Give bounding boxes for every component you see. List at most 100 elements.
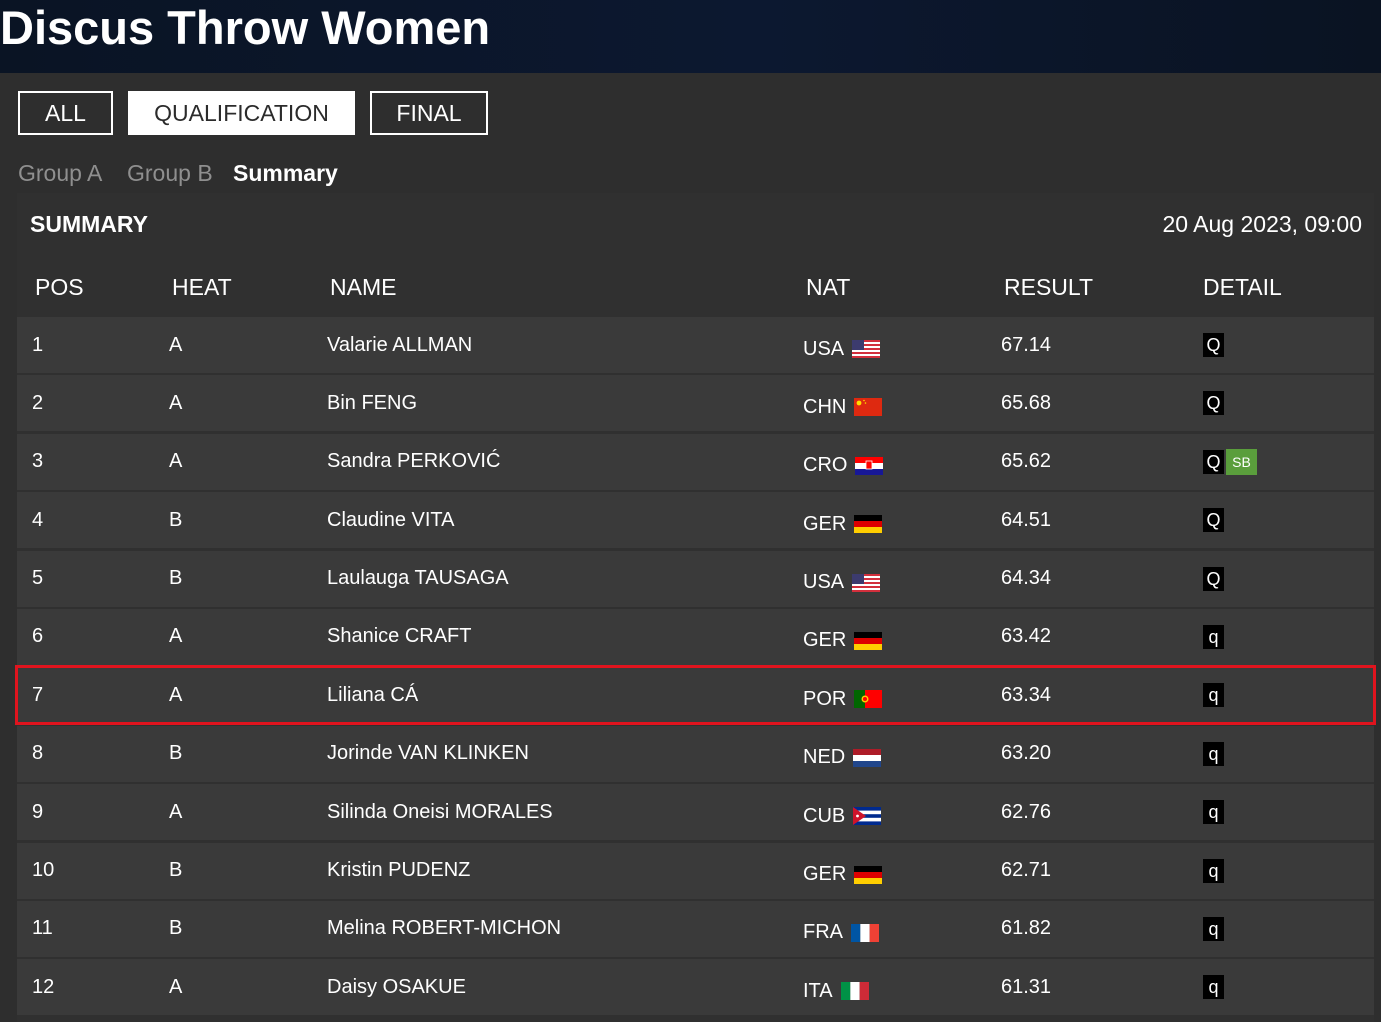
column-header-nat: NAT bbox=[806, 274, 851, 300]
ger-flag-icon bbox=[854, 515, 883, 534]
results-page: Discus Throw Women ALL QUALIFICATION FIN… bbox=[0, 0, 1381, 1022]
title-bar: Discus Throw Women bbox=[0, 0, 1381, 73]
heat-cell: A bbox=[169, 391, 183, 414]
result-cell: 63.42 bbox=[1001, 625, 1052, 648]
nat-code: GER bbox=[803, 629, 847, 652]
usa-flag-icon bbox=[852, 340, 881, 358]
tab-qualification[interactable]: QUALIFICATION bbox=[128, 91, 355, 135]
athlete-name[interactable]: Claudine VITA bbox=[327, 492, 454, 548]
heat-cell: A bbox=[169, 975, 183, 998]
detail-cell: Q bbox=[1203, 551, 1224, 607]
column-header-pos: POS bbox=[35, 274, 84, 300]
nat-code: CUB bbox=[803, 804, 846, 827]
ned-flag-icon bbox=[853, 748, 882, 767]
por-flag-icon bbox=[854, 690, 883, 709]
heat-cell: A bbox=[169, 800, 183, 823]
qualification-badge: Q bbox=[1203, 566, 1224, 591]
qualification-badge: Q bbox=[1203, 391, 1224, 416]
pos-cell: 7 bbox=[32, 683, 44, 706]
summary-date: 20 Aug 2023, 09:00 bbox=[1162, 211, 1362, 237]
sub-tab-group-a[interactable]: Group A bbox=[18, 158, 102, 188]
athlete-name[interactable]: Liliana CÁ bbox=[327, 667, 418, 723]
table-row[interactable]: 5 B Laulauga TAUSAGA USA 64.34 Q bbox=[17, 550, 1374, 607]
qualification-badge: q bbox=[1203, 916, 1224, 941]
nat-cell: USA bbox=[803, 321, 881, 377]
column-header-name: NAME bbox=[330, 274, 397, 300]
column-header-result: RESULT bbox=[1004, 274, 1094, 300]
chn-flag-icon bbox=[854, 398, 883, 417]
sub-tab-summary[interactable]: Summary bbox=[233, 158, 338, 188]
pos-cell: 5 bbox=[32, 567, 44, 590]
pos-cell: 10 bbox=[32, 859, 55, 882]
athlete-name[interactable]: Kristin PUDENZ bbox=[327, 843, 470, 899]
column-header-heat: HEAT bbox=[172, 274, 232, 300]
nat-code: CRO bbox=[803, 454, 848, 477]
result-cell: 64.34 bbox=[1001, 567, 1052, 590]
ger-flag-icon bbox=[854, 865, 883, 884]
detail-cell: q bbox=[1203, 784, 1224, 840]
result-cell: 62.71 bbox=[1001, 859, 1052, 882]
qualification-badge: Q bbox=[1203, 508, 1224, 533]
heat-cell: A bbox=[169, 333, 183, 356]
pos-cell: 2 bbox=[32, 391, 44, 414]
table-row[interactable]: 12 A Daisy OSAKUE ITA 61.31 q bbox=[17, 959, 1374, 1016]
table-row[interactable]: 7 A Liliana CÁ POR 63.34 q bbox=[15, 665, 1376, 726]
nat-cell: CUB bbox=[803, 788, 882, 844]
detail-cell: q bbox=[1203, 667, 1224, 723]
nat-cell: GER bbox=[803, 847, 883, 903]
result-cell: 64.51 bbox=[1001, 508, 1052, 531]
nat-code: NED bbox=[803, 746, 846, 769]
athlete-name[interactable]: Silinda Oneisi MORALES bbox=[327, 784, 553, 840]
qualification-badge: Q bbox=[1203, 449, 1224, 474]
table-row[interactable]: 11 B Melina ROBERT-MICHON FRA 61.82 q bbox=[17, 900, 1374, 957]
result-cell: 67.14 bbox=[1001, 333, 1052, 356]
summary-heading: SUMMARY bbox=[30, 211, 148, 237]
table-row[interactable]: 8 B Jorinde VAN KLINKEN NED 63.20 q bbox=[17, 725, 1374, 782]
result-cell: 62.76 bbox=[1001, 800, 1052, 823]
athlete-name[interactable]: Shanice CRAFT bbox=[327, 609, 472, 665]
tab-all[interactable]: ALL bbox=[18, 91, 113, 135]
pos-cell: 8 bbox=[32, 742, 44, 765]
ita-flag-icon bbox=[840, 982, 869, 1001]
pos-cell: 1 bbox=[32, 333, 44, 356]
pos-cell: 9 bbox=[32, 800, 44, 823]
nat-cell: CRO bbox=[803, 438, 884, 494]
detail-cell: Q bbox=[1203, 375, 1224, 431]
athlete-name[interactable]: Bin FENG bbox=[327, 375, 417, 431]
athlete-name[interactable]: Melina ROBERT-MICHON bbox=[327, 901, 561, 957]
heat-cell: B bbox=[169, 742, 183, 765]
table-row[interactable]: 3 A Sandra PERKOVIĆ CRO 65.62 Q SB bbox=[17, 433, 1374, 490]
nat-code: POR bbox=[803, 687, 847, 710]
result-cell: 61.31 bbox=[1001, 975, 1052, 998]
cub-flag-icon bbox=[853, 807, 882, 826]
detail-cell: q bbox=[1203, 609, 1224, 665]
nat-code: ITA bbox=[803, 979, 833, 1002]
result-cell: 65.62 bbox=[1001, 450, 1052, 473]
table-row[interactable]: 2 A Bin FENG CHN 65.68 Q bbox=[17, 375, 1374, 432]
nat-code: FRA bbox=[803, 921, 843, 944]
season-best-badge: SB bbox=[1226, 448, 1257, 475]
heat-cell: A bbox=[169, 450, 183, 473]
athlete-name[interactable]: Valarie ALLMAN bbox=[327, 317, 472, 373]
table-row[interactable]: 9 A Silinda Oneisi MORALES CUB 62.76 q bbox=[17, 784, 1374, 841]
nat-code: CHN bbox=[803, 395, 847, 418]
athlete-name[interactable]: Jorinde VAN KLINKEN bbox=[327, 726, 529, 782]
qualification-badge: q bbox=[1203, 800, 1224, 825]
detail-cell: q bbox=[1203, 726, 1224, 782]
sub-tab-group-b[interactable]: Group B bbox=[127, 158, 213, 188]
athlete-name[interactable]: Sandra PERKOVIĆ bbox=[327, 434, 500, 490]
table-row[interactable]: 6 A Shanice CRAFT GER 63.42 q bbox=[17, 608, 1374, 665]
nat-code: GER bbox=[803, 512, 847, 535]
nat-cell: GER bbox=[803, 613, 883, 669]
tab-final[interactable]: FINAL bbox=[370, 91, 488, 135]
qualification-badge: q bbox=[1203, 741, 1224, 766]
pos-cell: 12 bbox=[32, 975, 55, 998]
table-row[interactable]: 1 A Valarie ALLMAN USA 67.14 Q bbox=[17, 317, 1374, 373]
athlete-name[interactable]: Daisy OSAKUE bbox=[327, 959, 466, 1015]
table-row[interactable]: 10 B Kristin PUDENZ GER 62.71 q bbox=[17, 842, 1374, 899]
table-row[interactable]: 4 B Claudine VITA GER 64.51 Q bbox=[17, 492, 1374, 549]
nat-cell: POR bbox=[803, 671, 883, 727]
qualification-badge: Q bbox=[1203, 333, 1224, 357]
heat-cell: B bbox=[169, 859, 183, 882]
athlete-name[interactable]: Laulauga TAUSAGA bbox=[327, 551, 509, 607]
